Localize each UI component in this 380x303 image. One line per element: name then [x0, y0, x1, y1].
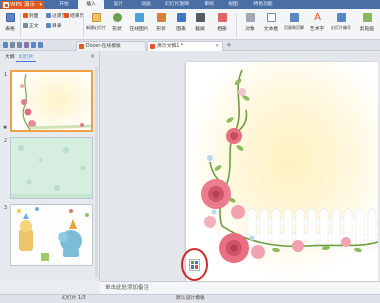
document-tab-bar: Docer-在线模板 演示文稿1 * × + [0, 40, 380, 51]
tab-features[interactable]: 特色功能 [248, 0, 278, 9]
end-page-button[interactable]: 结束页 [64, 12, 84, 19]
notes-placeholder: 单击此处添加备注 [105, 285, 150, 291]
wordart-button[interactable]: A 艺术字 [307, 13, 327, 37]
tab-view[interactable]: 视图 [222, 0, 244, 9]
slide-thumbnail-2[interactable] [10, 137, 93, 199]
pane-close-button[interactable]: × [90, 53, 95, 60]
clipart-icon [362, 13, 372, 22]
tab-review[interactable]: 审阅 [198, 0, 220, 9]
clipart-button[interactable]: 剪贴画 [356, 13, 378, 37]
new-tab-button[interactable]: + [226, 41, 232, 49]
print-icon[interactable] [10, 42, 15, 48]
wordart-icon: A [314, 12, 321, 23]
current-slide[interactable] [186, 62, 378, 281]
slide-thumbnail-1[interactable] [10, 70, 93, 132]
table-icon [5, 13, 15, 22]
tab-slideshow[interactable]: 幻灯片放映 [160, 0, 194, 9]
shapes-icon [112, 13, 122, 22]
chart-button[interactable]: 图表 [172, 13, 190, 37]
end-page-icon [64, 13, 69, 18]
transition-icon [46, 13, 51, 18]
screenshot-icon [195, 13, 205, 22]
tab-presentation-1[interactable]: 演示文稿1 * × [147, 41, 223, 51]
slide-number: 1 [4, 73, 8, 78]
editing-canvas [100, 51, 380, 281]
notes-toggle-icon[interactable] [189, 259, 200, 271]
album-icon [217, 13, 227, 22]
theme-name: 默认设计模板 [176, 296, 205, 301]
tab-animation[interactable]: 动画 [134, 0, 158, 9]
preview-icon[interactable] [17, 42, 22, 48]
animation-star-icon: ✱ [3, 125, 8, 131]
tab-docer-templates[interactable]: Docer-在线模板 [76, 41, 146, 51]
slide-thumbnail-3[interactable] [10, 204, 93, 266]
tab-start[interactable]: 开始 [52, 0, 76, 9]
smartart-icon [156, 13, 166, 22]
status-bar: 幻灯片 1/3 默认设计模板 [0, 294, 380, 303]
save-icon[interactable] [3, 42, 8, 48]
shapes-button[interactable]: 形状 [108, 13, 126, 37]
album-button[interactable]: 相册 [210, 13, 234, 37]
toc-button[interactable]: 目录 [46, 22, 62, 29]
wps-logo-icon [3, 2, 9, 8]
app-menu-button[interactable]: WPS 演示 ▾ [1, 1, 44, 9]
smartart-button[interactable]: 形状 [152, 13, 170, 37]
object-button[interactable]: 对象 [238, 13, 262, 37]
object-icon [245, 13, 255, 22]
tab-insert[interactable]: 插入 [78, 0, 104, 9]
slide-number: 3 [4, 206, 8, 211]
slides-pane: 大纲 幻灯片 × 1 ✱ 2 3 [0, 51, 100, 281]
docer-icon [79, 44, 84, 49]
textbox-button[interactable]: 文本框 [262, 13, 280, 37]
pane-scrollbar[interactable] [95, 66, 98, 278]
slide-number-icon [336, 13, 346, 22]
new-slide-button[interactable]: 新建幻灯片 [86, 13, 106, 37]
cover-icon [23, 13, 28, 18]
slide-number-button[interactable]: 幻灯片编号 [328, 13, 354, 37]
title-bar: WPS 演示 ▾ 开始 插入 设计 动画 幻灯片放映 审阅 视图 特色功能 [0, 0, 380, 9]
slide-number: 2 [4, 139, 8, 144]
tab-slides[interactable]: 幻灯片 [16, 54, 37, 62]
insert-table-button[interactable]: 表格 [2, 13, 18, 37]
close-icon[interactable]: × [215, 42, 219, 51]
redo-icon[interactable] [38, 42, 43, 48]
textbox-icon [266, 13, 276, 22]
online-picture-button[interactable]: 在线图片 [128, 13, 150, 37]
app-name: WPS 演示 [10, 2, 35, 8]
undo-icon[interactable] [31, 42, 36, 48]
notes-pane[interactable]: 单击此处添加备注 [100, 281, 380, 294]
ribbon-toolbar: 表格 封面 正文 过渡页 目录 结束页 新建幻灯片 形状 在线图片 形状 图表 … [0, 9, 380, 40]
tab-design[interactable]: 设计 [106, 0, 130, 9]
format-painter-icon[interactable] [24, 42, 29, 48]
cover-button[interactable]: 封面 [23, 12, 39, 19]
text-icon [23, 23, 28, 28]
chevron-down-icon: ▾ [39, 2, 42, 8]
chart-icon [176, 13, 186, 22]
header-footer-button[interactable]: 页眉和页脚 [282, 13, 306, 37]
presentation-icon [150, 44, 155, 49]
screenshot-button[interactable]: 截屏 [191, 13, 209, 37]
header-footer-icon [289, 13, 299, 22]
toc-icon [46, 23, 51, 28]
picture-icon [134, 13, 144, 22]
new-slide-icon [91, 13, 101, 22]
text-button[interactable]: 正文 [23, 22, 39, 29]
slide-counter: 幻灯片 1/3 [62, 296, 86, 301]
